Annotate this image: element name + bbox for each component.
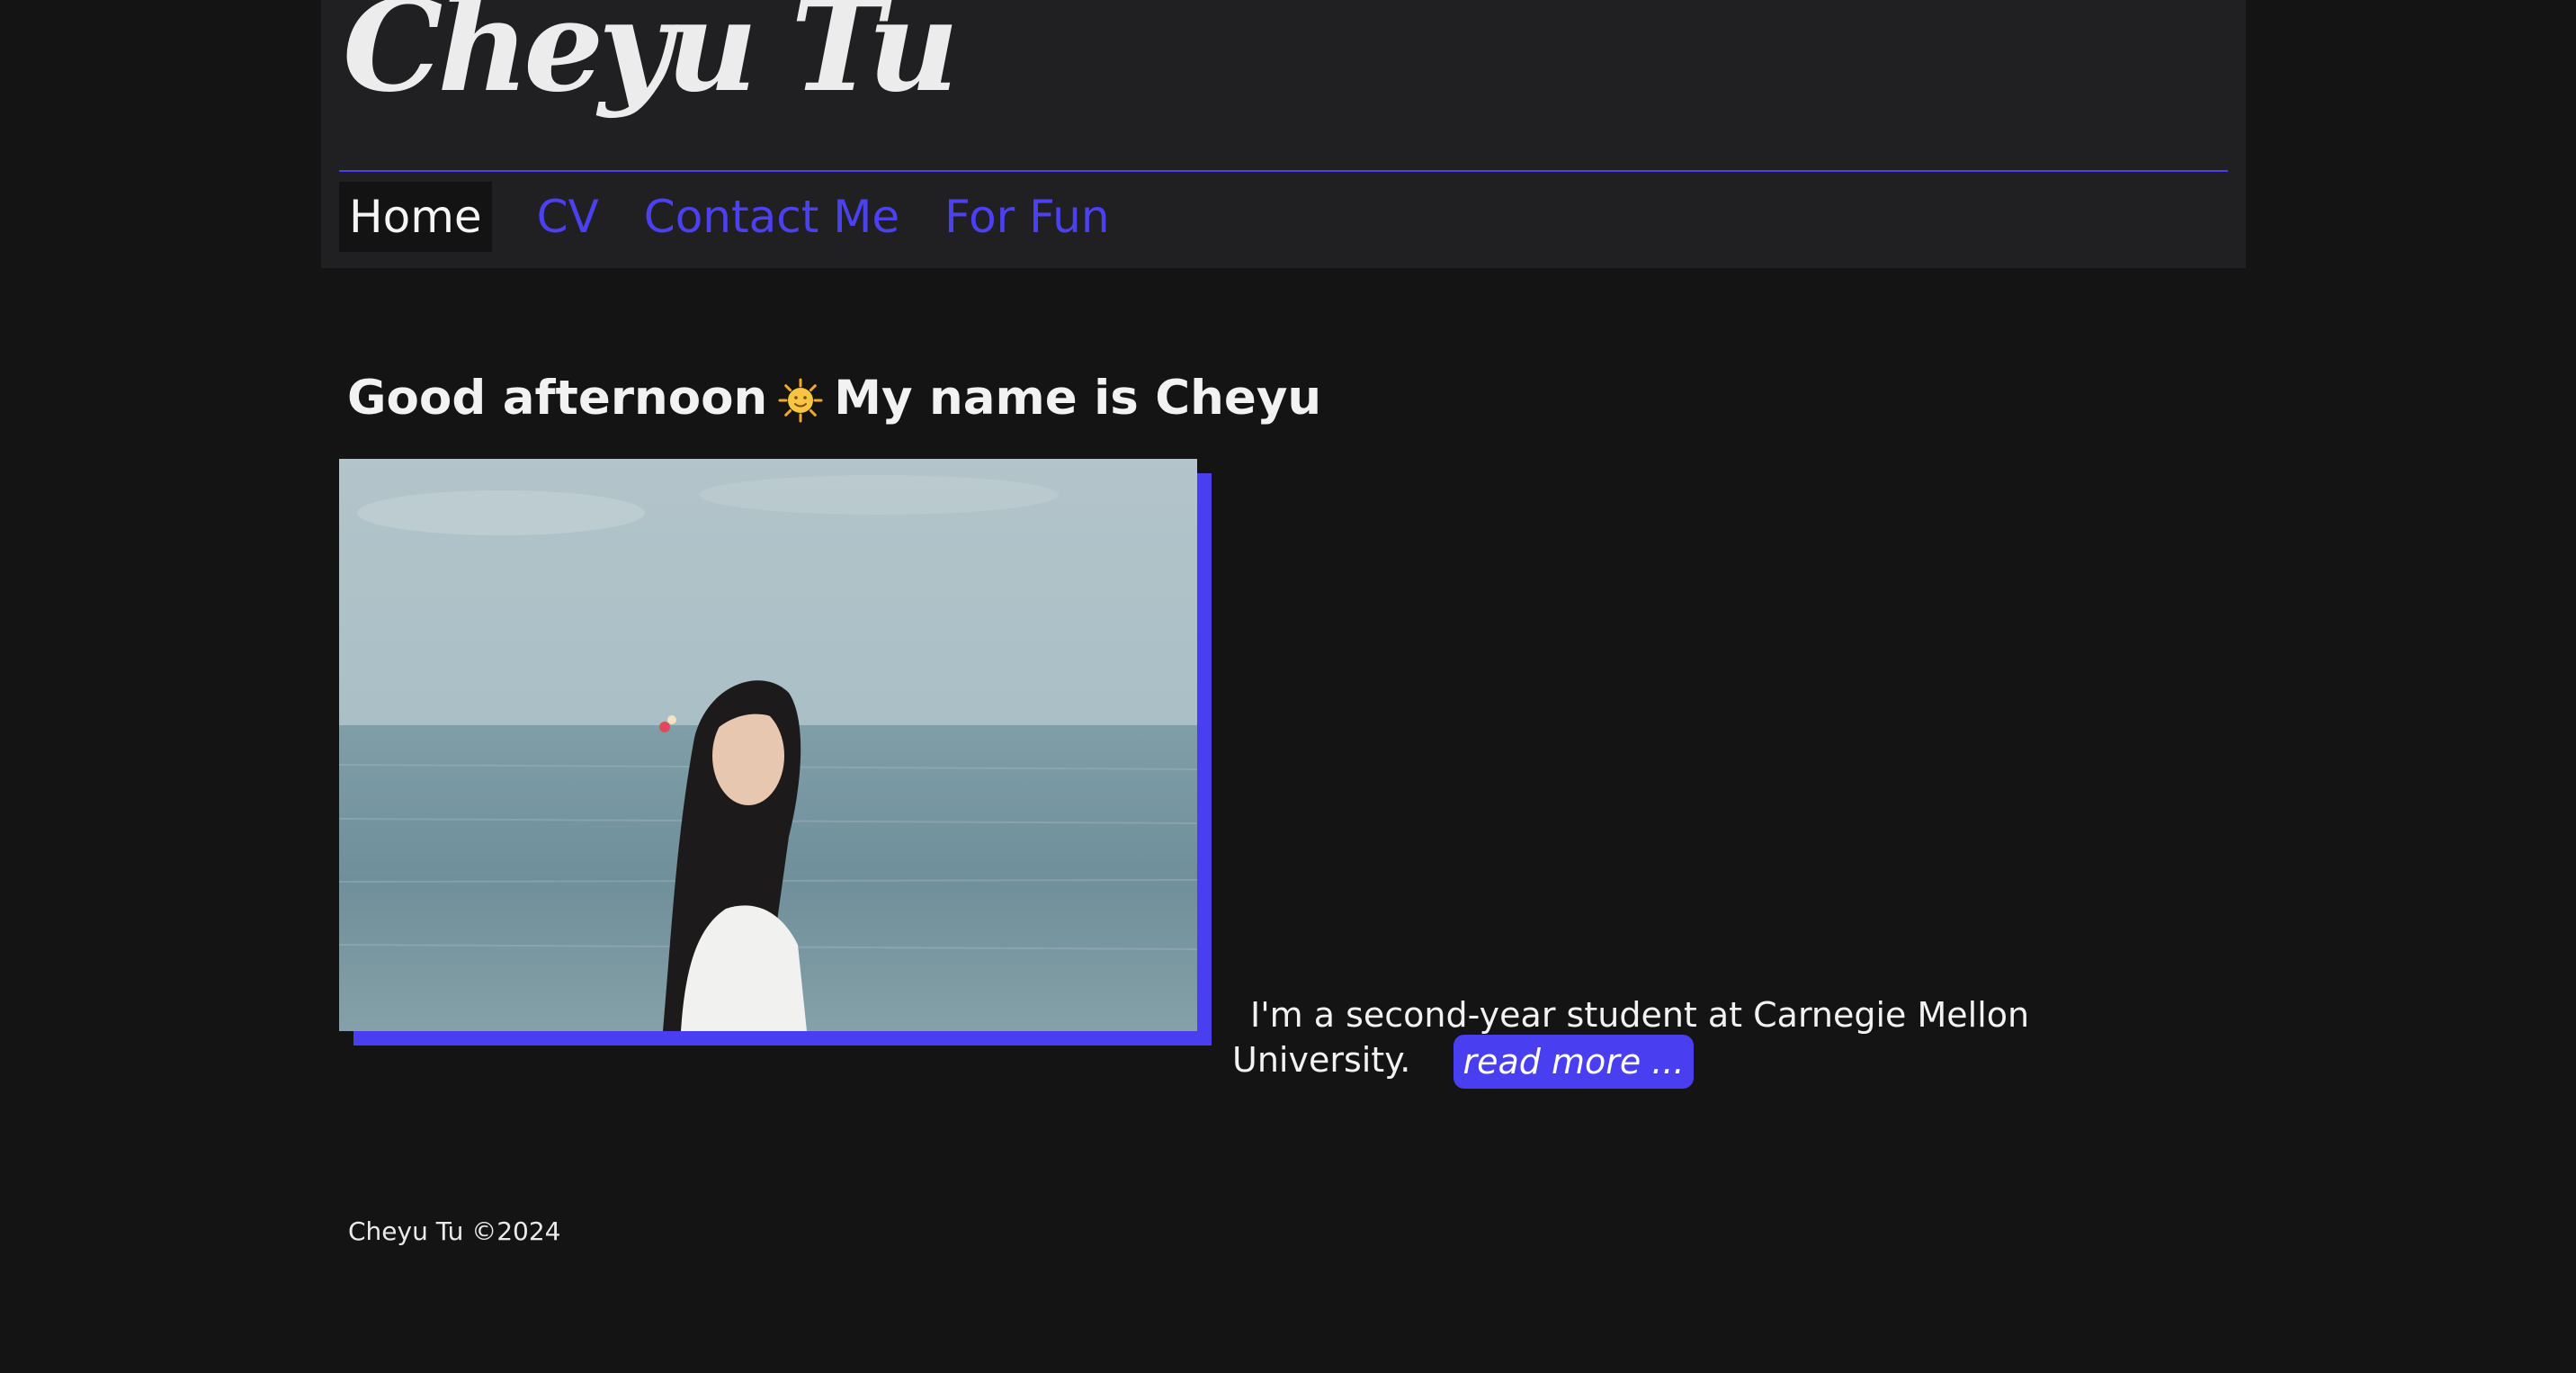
sun-face-icon xyxy=(778,376,823,423)
nav-item-contact-me[interactable]: Contact Me xyxy=(644,182,899,252)
greeting-suffix: My name is Cheyu xyxy=(834,371,1322,426)
footer-copyright: Cheyu Tu ©2024 xyxy=(348,1216,561,1246)
intro-paragraph: I'm a second-year student at Carnegie Me… xyxy=(1232,995,2042,1089)
greeting-prefix: Good afternoon xyxy=(347,371,768,426)
site-title[interactable]: Cheyu Tu xyxy=(343,0,959,110)
site-header: Cheyu Tu Home CV Contact Me For Fun xyxy=(321,0,2246,268)
read-more-button[interactable]: read more ... xyxy=(1453,1035,1694,1089)
header-divider xyxy=(339,170,2228,172)
portrait-photo xyxy=(339,459,1197,1031)
greeting-heading: Good afternoon My name is Cheyu xyxy=(347,367,1321,430)
nav-item-for-fun[interactable]: For Fun xyxy=(944,182,1109,252)
nav-item-cv[interactable]: CV xyxy=(537,182,599,252)
main-nav: Home CV Contact Me For Fun xyxy=(339,182,1110,252)
nav-item-home[interactable]: Home xyxy=(339,182,492,252)
